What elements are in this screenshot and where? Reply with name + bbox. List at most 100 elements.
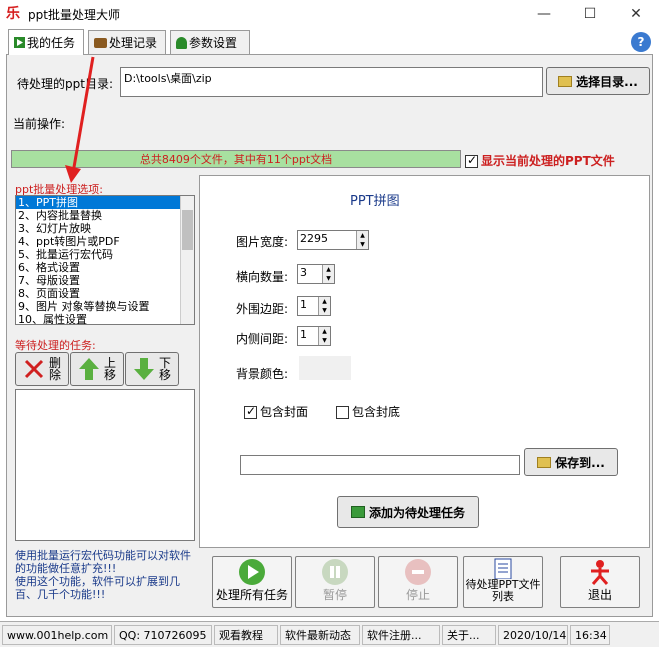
spin-up-icon[interactable]: ▲ xyxy=(322,265,334,274)
status-date: 2020/10/14 xyxy=(498,625,568,645)
status-qq: QQ: 710726095 xyxy=(114,625,212,645)
spin-down-icon[interactable]: ▼ xyxy=(318,336,330,345)
option-item[interactable]: 2、内容批量替换 xyxy=(16,209,194,222)
spin-down-icon[interactable]: ▼ xyxy=(322,274,334,283)
add-task-icon xyxy=(350,506,365,518)
option-item[interactable]: 8、页面设置 xyxy=(16,287,194,300)
play-icon xyxy=(14,37,25,48)
choose-dir-label: 选择目录... xyxy=(576,74,638,89)
spin-down-icon[interactable]: ▼ xyxy=(318,306,330,315)
option-item[interactable]: 4、ppt转图片或PDF xyxy=(16,235,194,248)
include-cover-checkbox[interactable]: 包含封面 xyxy=(244,403,308,420)
show-current-checkbox[interactable]: 显示当前处理的PPT文件 xyxy=(465,152,615,169)
ppt-list-button[interactable]: 待处理PPT文件列表 xyxy=(463,556,543,608)
spin-up-icon[interactable]: ▲ xyxy=(318,327,330,336)
scrollbar-thumb[interactable] xyxy=(182,210,193,250)
status-site[interactable]: www.001help.com xyxy=(2,625,112,645)
include-back-check[interactable] xyxy=(336,406,349,419)
bg-color-swatch[interactable] xyxy=(299,356,351,380)
current-op-label: 当前操作: xyxy=(13,117,66,131)
option-item[interactable]: 5、批量运行宏代码 xyxy=(16,248,194,261)
arrow-up-icon xyxy=(78,358,99,380)
option-item[interactable]: 3、幻灯片放映 xyxy=(16,222,194,235)
stop-button[interactable]: 停止 xyxy=(378,556,458,608)
help-icon[interactable]: ? xyxy=(631,32,651,52)
tab-settings-label: 参数设置 xyxy=(189,36,238,50)
hcount-value: 3 xyxy=(300,266,307,279)
options-list[interactable]: 1、PPT拼图 2、内容批量替换 3、幻灯片放映 4、ppt转图片或PDF 5、… xyxy=(15,195,195,325)
down-label: 下 移 xyxy=(158,356,171,382)
tab-records[interactable]: 处理记录 xyxy=(88,30,166,54)
spin-up-icon[interactable]: ▲ xyxy=(318,297,330,306)
save-path-input[interactable] xyxy=(240,455,520,475)
status-time: 16:34 xyxy=(570,625,610,645)
tab-my-tasks-label: 我的任务 xyxy=(27,36,76,50)
close-button[interactable]: ✕ xyxy=(613,0,659,28)
tip-text: 使用批量运行宏代码功能可以对软件的功能做任意扩充!!! 使用这个功能，软件可以扩… xyxy=(15,549,191,601)
bg-color-label: 背景颜色: xyxy=(236,367,289,381)
play-icon xyxy=(239,559,265,585)
annotation-arrow xyxy=(65,56,95,183)
briefcase-icon xyxy=(94,37,107,48)
option-item[interactable]: 10、属性设置 xyxy=(16,313,194,324)
app-icon: 乐 xyxy=(6,6,20,22)
process-all-label: 处理所有任务 xyxy=(215,588,288,602)
up-label: 上 移 xyxy=(103,356,116,382)
add-task-label: 添加为待处理任务 xyxy=(368,505,465,520)
window-title: ppt批量处理大师 xyxy=(28,8,120,22)
exit-icon xyxy=(591,560,609,585)
show-current-label: 显示当前处理的PPT文件 xyxy=(481,154,615,168)
status-register[interactable]: 软件注册... xyxy=(362,625,440,645)
delete-label: 删 除 xyxy=(48,356,61,382)
save-to-label: 保存到... xyxy=(555,455,605,470)
tab-records-label: 处理记录 xyxy=(109,36,158,50)
spin-down-icon[interactable]: ▼ xyxy=(356,240,368,249)
settings-title: PPT拼图 xyxy=(350,194,400,209)
inner-value: 1 xyxy=(300,328,307,341)
include-back-checkbox[interactable]: 包含封底 xyxy=(336,403,400,420)
pause-label: 暂停 xyxy=(322,588,347,602)
outer-value: 1 xyxy=(300,298,307,311)
choose-dir-button[interactable]: 选择目录... xyxy=(546,67,650,95)
add-task-button[interactable]: 添加为待处理任务 xyxy=(337,496,479,528)
delete-task-button[interactable]: 删 除 xyxy=(15,352,69,386)
width-label: 图片宽度: xyxy=(236,235,289,249)
include-cover-check[interactable] xyxy=(244,404,257,419)
title-bar: 乐 ppt批量处理大师 — ☐ ✕ xyxy=(0,0,659,28)
outer-margin-label: 外围边距: xyxy=(236,302,289,316)
status-news[interactable]: 软件最新动态 xyxy=(280,625,360,645)
move-up-button[interactable]: 上 移 xyxy=(70,352,124,386)
process-all-button[interactable]: 处理所有任务 xyxy=(212,556,292,608)
option-item[interactable]: 1、PPT拼图 xyxy=(16,196,194,209)
tab-my-tasks[interactable]: 我的任务 xyxy=(8,29,84,55)
folder-open-icon xyxy=(558,75,573,87)
status-bar: www.001help.com QQ: 710726095 观看教程 软件最新动… xyxy=(0,621,659,647)
spin-up-icon[interactable]: ▲ xyxy=(356,231,368,240)
move-down-button[interactable]: 下 移 xyxy=(125,352,179,386)
show-current-check[interactable] xyxy=(465,153,478,168)
inner-spacing-input[interactable]: 1 ▲ ▼ xyxy=(297,326,331,346)
tree-icon xyxy=(176,36,187,49)
pause-button[interactable]: 暂停 xyxy=(295,556,375,608)
hcount-label: 横向数量: xyxy=(236,270,289,284)
pause-icon xyxy=(322,559,348,585)
stop-icon xyxy=(405,559,431,585)
status-tutorial[interactable]: 观看教程 xyxy=(214,625,278,645)
dir-input[interactable]: D:\tools\桌面\zip xyxy=(120,67,543,97)
folder-open-icon xyxy=(537,456,552,468)
stop-label: 停止 xyxy=(405,588,430,602)
status-about[interactable]: 关于... xyxy=(442,625,496,645)
option-item[interactable]: 7、母版设置 xyxy=(16,274,194,287)
width-input[interactable]: 2295 ▲ ▼ xyxy=(297,230,369,250)
option-item[interactable]: 9、图片 对象等替换与设置 xyxy=(16,300,194,313)
options-scrollbar[interactable] xyxy=(180,196,194,324)
hcount-input[interactable]: 3 ▲ ▼ xyxy=(297,264,335,284)
option-item[interactable]: 6、格式设置 xyxy=(16,261,194,274)
save-to-button[interactable]: 保存到... xyxy=(524,448,618,476)
tab-settings[interactable]: 参数设置 xyxy=(170,30,250,54)
outer-margin-input[interactable]: 1 ▲ ▼ xyxy=(297,296,331,316)
exit-button[interactable]: 退出 xyxy=(560,556,640,608)
minimize-button[interactable]: — xyxy=(521,0,567,28)
pending-list[interactable] xyxy=(15,389,195,541)
maximize-button[interactable]: ☐ xyxy=(567,0,613,28)
